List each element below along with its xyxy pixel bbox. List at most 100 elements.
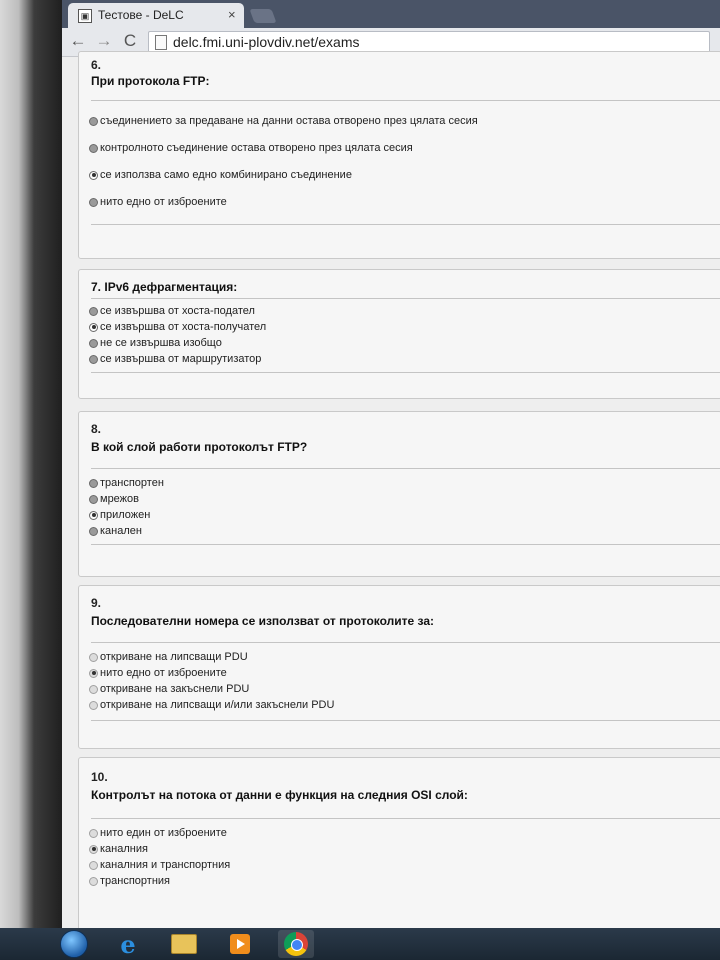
answer-option[interactable]: нито един от изброените: [89, 826, 227, 840]
tab-exams[interactable]: ▣ Тестове - DeLC ×: [68, 3, 244, 28]
answer-option[interactable]: транспортен: [89, 476, 164, 490]
taskbar-ie[interactable]: e: [110, 929, 146, 959]
answer-option[interactable]: контролното съединение остава отворено п…: [89, 141, 413, 155]
taskbar-media[interactable]: [222, 930, 258, 958]
question-number: 7.: [91, 280, 102, 294]
question-number: 6.: [91, 58, 102, 72]
radio-button[interactable]: [89, 876, 98, 886]
radio-button[interactable]: [89, 684, 98, 694]
taskbar-chrome[interactable]: [278, 930, 314, 958]
answer-label: се извършва от маршрутизатор: [100, 353, 262, 365]
answer-label: транспортния: [100, 875, 171, 887]
answer-label: приложен: [100, 509, 151, 521]
answer-option[interactable]: се извършва от хоста-получател: [89, 320, 266, 334]
answer-label: мрежов: [100, 493, 139, 505]
question-text: В кой слой работи протоколът FTP?: [91, 440, 308, 454]
tab-title: Тестове - DeLC: [98, 8, 184, 22]
answer-label: се извършва от хоста-подател: [100, 305, 255, 317]
answer-label: нито един от изброените: [100, 827, 227, 839]
radio-button[interactable]: [89, 668, 98, 678]
answer-option[interactable]: мрежов: [89, 492, 139, 506]
back-arrow-icon[interactable]: ←: [68, 31, 88, 51]
answer-label: откриване на закъснели PDU: [100, 683, 250, 695]
answer-label: канален: [100, 525, 142, 537]
radio-button[interactable]: [89, 338, 98, 348]
divider: [91, 224, 720, 225]
answer-option[interactable]: се извършва от хоста-подател: [89, 304, 255, 318]
forward-arrow-icon[interactable]: →: [94, 31, 114, 51]
answer-label: контролното съединение остава отворено п…: [100, 142, 413, 154]
answer-label: съединението за предаване на данни остав…: [100, 115, 478, 127]
close-tab-icon[interactable]: ×: [228, 7, 236, 22]
answer-option[interactable]: се използва само едно комбинирано съедин…: [89, 168, 352, 182]
answer-label: нито едно от изброените: [100, 196, 227, 208]
answer-option[interactable]: нито едно от изброените: [89, 666, 227, 680]
divider: [91, 544, 720, 545]
radio-button[interactable]: [89, 322, 98, 332]
start-button[interactable]: [56, 930, 92, 958]
answer-option[interactable]: се извършва от маршрутизатор: [89, 352, 261, 366]
answer-label: каналния: [100, 843, 148, 855]
reload-icon[interactable]: C: [120, 31, 140, 51]
answer-option[interactable]: приложен: [89, 508, 150, 522]
chrome-icon: [284, 932, 308, 956]
answer-option[interactable]: каналния: [89, 842, 148, 856]
question-text: Контролът на потока от данни е функция н…: [91, 788, 468, 802]
radio-button[interactable]: [89, 700, 98, 710]
question-card-8: 8. В кой слой работи протоколът FTP? тра…: [78, 411, 720, 577]
divider: [91, 298, 720, 299]
page-icon: [155, 35, 167, 50]
answer-option[interactable]: съединението за предаване на данни остав…: [89, 114, 478, 128]
question-card-6: 6. При протокола FTP: съединението за пр…: [78, 51, 720, 259]
radio-button[interactable]: [89, 828, 98, 838]
radio-button[interactable]: [89, 860, 98, 870]
answer-label: не се извършва изобщо: [100, 337, 222, 349]
question-text: Последователни номера се използват от пр…: [91, 614, 435, 628]
question-card-7: 7. IPv6 дефрагментация: се извършва от х…: [78, 269, 720, 399]
new-tab-button[interactable]: [249, 9, 277, 23]
taskbar-explorer[interactable]: [166, 930, 202, 958]
answer-label: транспортен: [100, 477, 164, 489]
answer-option[interactable]: канален: [89, 524, 142, 538]
answer-option[interactable]: откриване на липсващи и/или закъснели PD…: [89, 698, 334, 712]
windows-start-icon: [60, 930, 88, 958]
question-text: При протокола FTP:: [91, 74, 210, 88]
browser-window: ▣ Тестове - DeLC × ← → C delc.fmi.uni-pl…: [62, 0, 720, 928]
answer-option[interactable]: не се извършва изобщо: [89, 336, 222, 350]
radio-button[interactable]: [89, 197, 98, 207]
radio-button[interactable]: [89, 143, 98, 153]
divider: [91, 468, 720, 469]
radio-button[interactable]: [89, 844, 98, 854]
windows-taskbar: e: [0, 928, 720, 960]
answer-option[interactable]: каналния и транспортния: [89, 858, 230, 872]
answer-option[interactable]: откриване на закъснели PDU: [89, 682, 249, 696]
answer-label: каналния и транспортния: [100, 859, 231, 871]
answer-label: се използва само едно комбинирано съедин…: [100, 169, 352, 181]
radio-button[interactable]: [89, 494, 98, 504]
file-explorer-icon: [171, 934, 197, 954]
question-card-10: 10. Контролът на потока от данни е функц…: [78, 757, 720, 928]
question-text-body: IPv6 дефрагментация:: [104, 280, 238, 294]
answer-label: откриване на липсващи и/или закъснели PD…: [100, 699, 335, 711]
question-text: 7. IPv6 дефрагментация:: [91, 280, 237, 294]
radio-button[interactable]: [89, 478, 98, 488]
question-number: 9.: [91, 596, 102, 610]
radio-button[interactable]: [89, 510, 98, 520]
answer-option[interactable]: откриване на липсващи PDU: [89, 650, 248, 664]
answer-option[interactable]: нито едно от изброените: [89, 195, 227, 209]
radio-button[interactable]: [89, 526, 98, 536]
favicon-icon: ▣: [78, 9, 92, 23]
question-number: 10.: [91, 770, 108, 784]
radio-button[interactable]: [89, 306, 98, 316]
radio-button[interactable]: [89, 170, 98, 180]
divider: [91, 642, 720, 643]
monitor-bezel: [0, 0, 62, 960]
answer-label: откриване на липсващи PDU: [100, 651, 248, 663]
radio-button[interactable]: [89, 116, 98, 126]
internet-explorer-icon: e: [120, 929, 136, 959]
answer-label: се извършва от хоста-получател: [100, 321, 267, 333]
radio-button[interactable]: [89, 354, 98, 364]
radio-button[interactable]: [89, 652, 98, 662]
question-number: 8.: [91, 422, 102, 436]
answer-option[interactable]: транспортния: [89, 874, 170, 888]
